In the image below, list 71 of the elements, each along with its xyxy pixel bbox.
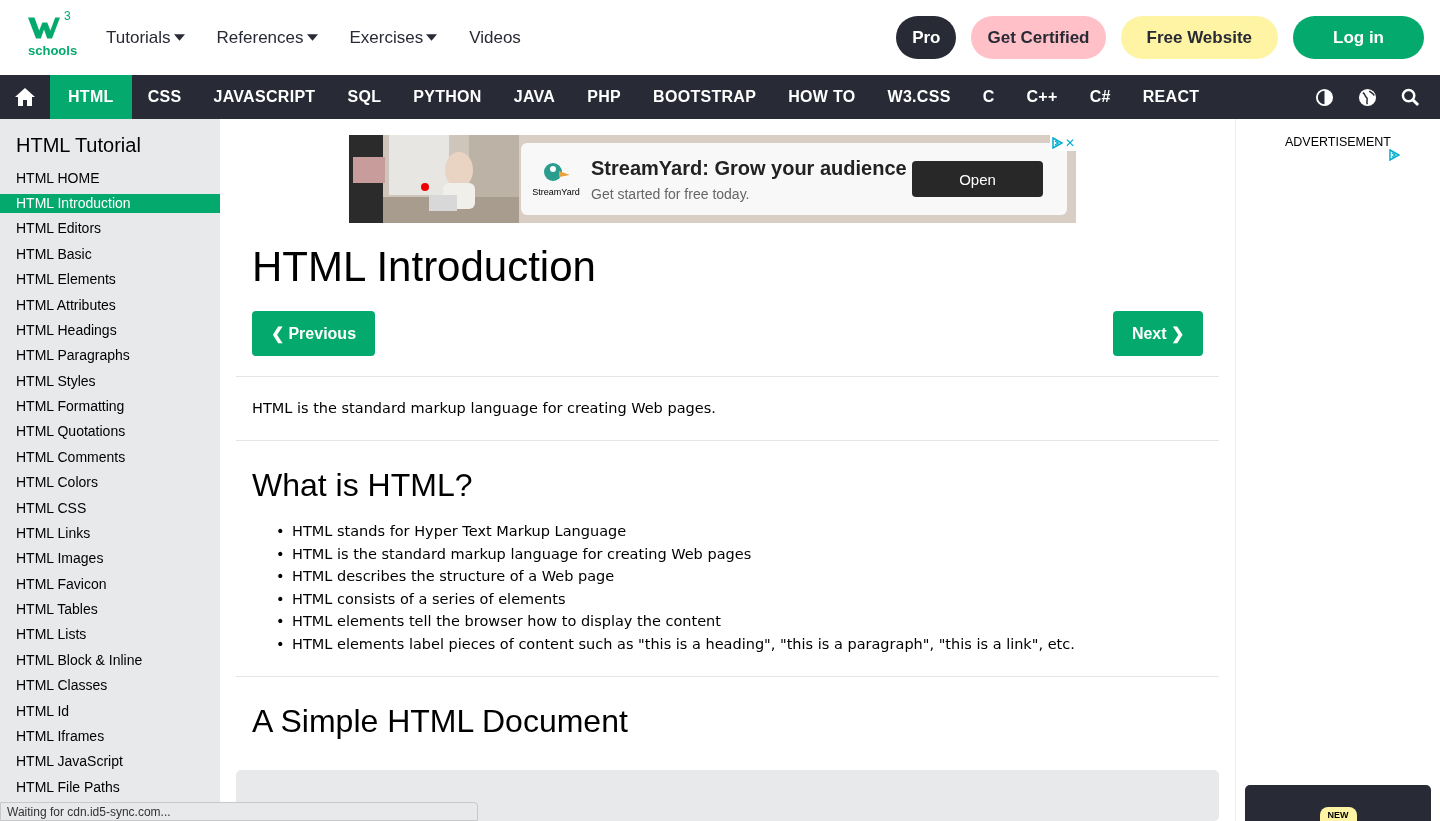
logo-wordmark: schools xyxy=(28,42,78,58)
language-tab[interactable]: REACT xyxy=(1126,75,1216,119)
w-logo-icon xyxy=(28,16,60,39)
sidebar-item[interactable]: HTML Block & Inline xyxy=(0,650,220,670)
bullet-item: • HTML stands for Hyper Text Markup Language xyxy=(276,522,627,541)
sidebar-item[interactable]: HTML Tables xyxy=(0,599,220,619)
page-title: HTML Introduction xyxy=(252,243,597,291)
ad-banner[interactable]: StreamYard StreamYard: Grow your audience Get started for free today. Open ✕ xyxy=(349,135,1076,223)
status-bar: Waiting for cdn.id5-sync.com... xyxy=(0,802,478,821)
sidebar-item[interactable]: HTML Lists xyxy=(0,624,220,644)
sidebar-item[interactable]: HTML Basic xyxy=(0,244,220,264)
sidebar-item[interactable]: HTML Colors xyxy=(0,472,220,492)
sidebar-item[interactable]: HTML Comments xyxy=(0,447,220,467)
caret-icon xyxy=(306,34,318,41)
ad-choices-icon[interactable] xyxy=(1388,149,1400,161)
sidebar-item[interactable]: HTML Links xyxy=(0,523,220,543)
header-button[interactable]: Free Website xyxy=(1120,16,1278,59)
sidebar-item[interactable]: HTML Styles xyxy=(0,371,220,391)
sidebar-item[interactable]: HTML JavaScript xyxy=(0,751,220,771)
sidebar-item[interactable]: HTML Headings xyxy=(0,320,220,340)
language-tab[interactable]: HOW TO xyxy=(772,75,872,119)
language-tab[interactable]: PHP xyxy=(571,75,638,119)
caret-icon xyxy=(173,34,185,41)
language-tab[interactable]: JAVA xyxy=(497,75,572,119)
bullet-item: • HTML consists of a series of elements xyxy=(276,589,566,609)
language-tab[interactable]: W3.CSS xyxy=(871,75,967,119)
sidebar-item[interactable]: HTML Editors xyxy=(0,218,220,238)
top-menu-link[interactable]: Exercises xyxy=(349,27,438,48)
section-heading: What is HTML? xyxy=(252,467,474,504)
new-badge: NEW xyxy=(1319,807,1357,821)
sidebar-item[interactable]: HTML Id xyxy=(0,701,220,721)
section-heading: A Simple HTML Document xyxy=(252,702,629,740)
sidebar-item[interactable]: HTML HOME xyxy=(0,168,220,188)
caret-icon xyxy=(426,34,438,41)
sidebar-item[interactable]: HTML File Paths xyxy=(0,777,220,797)
logo-superscript: 3 xyxy=(64,8,71,23)
bullet-item: • HTML elements label pieces of content such as "this is a heading", "this is a paragraph", "this is a link", etc. xyxy=(276,634,1075,654)
sidebar-item[interactable]: HTML CSS xyxy=(0,498,220,518)
bullet-item: • HTML elements tell the browser how to display the content xyxy=(276,612,721,632)
ad-subline: Get started for free today. xyxy=(591,185,751,202)
open-button[interactable]: Open xyxy=(912,161,1043,197)
sidebar-item[interactable]: HTML Elements xyxy=(0,269,220,289)
brand-name: StreamYard xyxy=(532,187,580,197)
sidebar-item[interactable]: HTML Images xyxy=(0,548,220,568)
sidebar-item[interactable]: HTML Formatting xyxy=(0,396,220,416)
ad-choices-icon[interactable] xyxy=(1051,137,1063,149)
language-tab[interactable]: PYTHON xyxy=(397,75,498,119)
sidebar-item[interactable]: HTML Attributes xyxy=(0,295,220,315)
bullet-item: • HTML describes the structure of a Web page xyxy=(276,567,615,587)
language-tab[interactable]: SQL xyxy=(331,75,398,119)
ad-headline: StreamYard: Grow your audience xyxy=(591,156,908,180)
sidebar-item[interactable]: HTML Iframes xyxy=(0,726,220,746)
sidebar-item[interactable]: HTML Classes xyxy=(0,675,220,695)
language-tab[interactable]: BOOTSTRAP xyxy=(637,75,773,119)
top-menu-link[interactable]: Videos xyxy=(469,27,521,48)
header-button[interactable]: Pro xyxy=(896,16,957,59)
language-tab[interactable]: JAVASCRIPT xyxy=(197,75,332,119)
language-tab[interactable]: C# xyxy=(1073,75,1127,119)
sidebar-item[interactable]: HTML Paragraphs xyxy=(0,345,220,365)
language-tab[interactable]: C xyxy=(966,75,1011,119)
sidebar-item[interactable]: HTML Quotations xyxy=(0,421,220,441)
bullet-item: • HTML is the standard markup language for creating Web pages xyxy=(276,544,752,564)
top-menu-link[interactable]: Tutorials xyxy=(106,27,185,48)
sidebar-item[interactable]: HTML Favicon xyxy=(0,574,220,594)
intro-paragraph: HTML is the standard markup language for creating Web pages. xyxy=(252,400,717,416)
header-button[interactable]: Get Certified xyxy=(971,16,1106,59)
ad-label: ADVERTISEMENT xyxy=(1284,135,1391,149)
sidebar-title: HTML Tutorial xyxy=(16,134,142,157)
language-tab[interactable]: C++ xyxy=(1010,75,1074,119)
language-tab[interactable]: CSS xyxy=(131,75,198,119)
top-menu-link[interactable]: References xyxy=(216,27,318,48)
